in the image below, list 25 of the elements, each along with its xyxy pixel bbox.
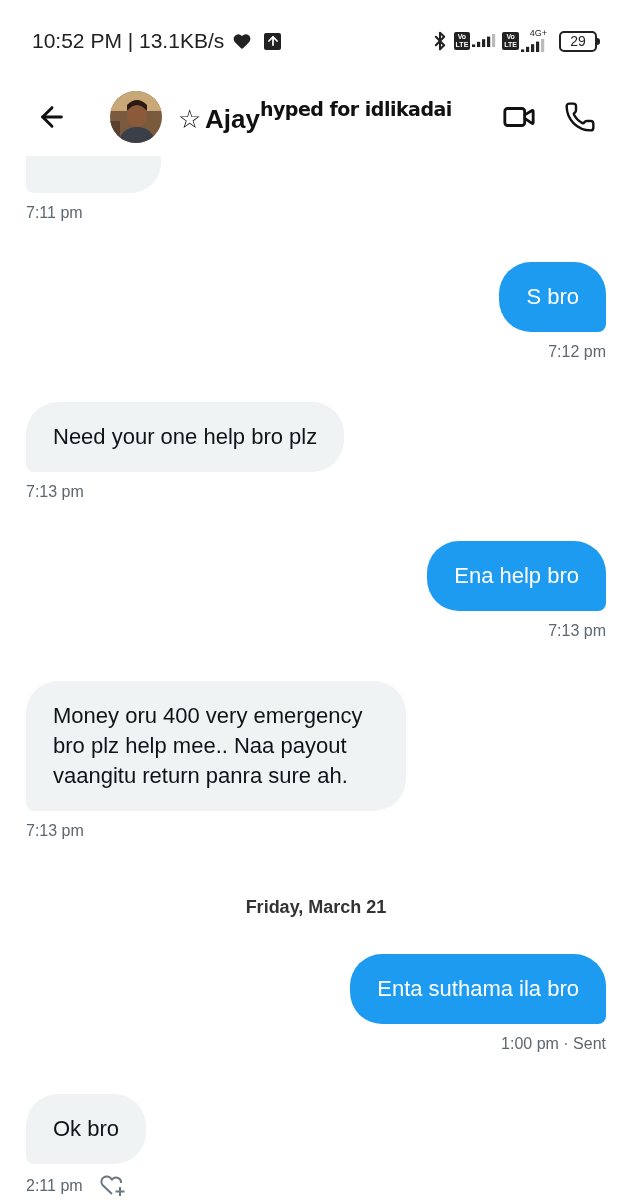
message-time: 7:11 pm <box>26 203 83 223</box>
message-time: 1:00 pm · Sent <box>501 1034 606 1054</box>
message-time: 7:12 pm <box>548 342 606 362</box>
message-time: 7:13 pm <box>548 621 606 641</box>
received-message: Money oru 400 very emergency bro plz help mee.. Naa payout vaangitu return panra sure ah. <box>26 681 406 811</box>
network-label: 4G+ <box>529 28 547 38</box>
sent-message: Enta suthama ila bro <box>350 954 606 1024</box>
star-icon: ☆ <box>178 106 201 132</box>
contact-name: Ajay <box>205 106 260 132</box>
date-separator: Friday, March 21 <box>245 896 387 919</box>
status-time: 10:52 PM | 13.1KB/s <box>32 28 225 55</box>
signal-icon <box>521 37 547 54</box>
phone-call-button[interactable] <box>564 101 596 133</box>
message-time: 7:13 pm <box>26 821 84 841</box>
received-message: Ok bro <box>26 1094 147 1164</box>
battery-icon: 29 <box>559 30 600 52</box>
message-time: 7:13 pm <box>26 482 84 502</box>
upload-icon <box>264 32 282 50</box>
sent-message: Ena help bro <box>427 541 606 611</box>
heart-icon <box>232 31 253 51</box>
sent-message: S bro <box>499 262 606 332</box>
message-time: 2:11 pm <box>26 1176 83 1196</box>
contact-status: hyped for idlikadai <box>259 100 452 119</box>
received-message: Need your one help bro plz <box>26 402 345 472</box>
heart-plus-icon[interactable] <box>98 1174 127 1198</box>
